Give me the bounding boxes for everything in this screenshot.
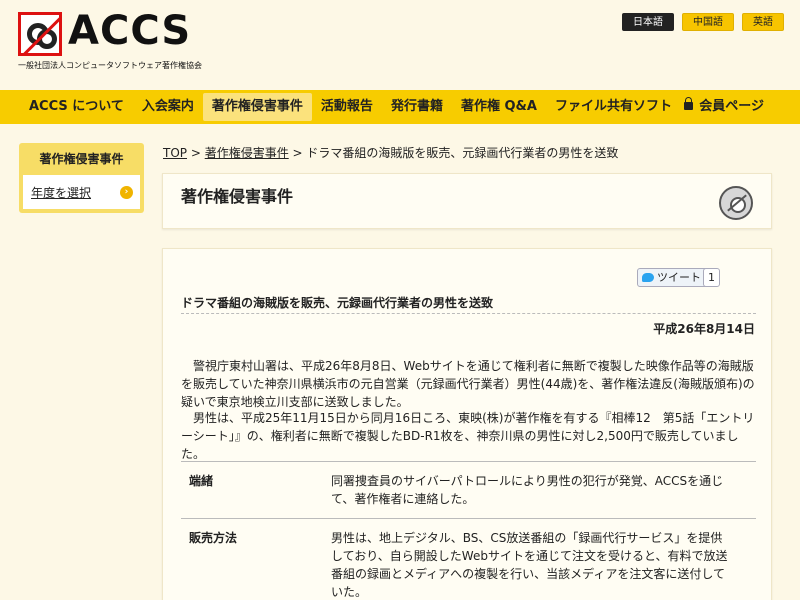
logo-text: ACCS: [68, 8, 192, 54]
nav-item-copyright-qa[interactable]: 著作権 Q&A: [452, 93, 546, 121]
article-date: 平成26年8月14日: [653, 322, 755, 336]
site-header: ACCS 一般社団法人コンピュータソフトウェア著作権協会 日本語 中国語 英語: [0, 0, 800, 90]
twitter-bird-icon: [642, 273, 654, 282]
disc-icon: [719, 186, 753, 220]
table-row: 端緒 同署捜査員のサイバーパトロールにより男性の犯行が発覚、ACCSを通じて、著…: [181, 461, 756, 519]
article-title: ドラマ番組の海賊版を販売、元録画代行業者の男性を送致: [181, 296, 494, 310]
nav-item-activity-reports[interactable]: 活動報告: [312, 93, 382, 121]
tweet-button[interactable]: ツイート: [637, 268, 708, 287]
lang-japanese-button[interactable]: 日本語: [622, 13, 674, 31]
article: ツイート 1 ドラマ番組の海賊版を販売、元録画代行業者の男性を送致 平成26年8…: [162, 248, 772, 600]
sidebar-title: 著作権侵害事件: [39, 152, 124, 166]
sidebar-item-select-year[interactable]: 年度を選択 ›: [23, 175, 140, 209]
breadcrumb-section-link[interactable]: 著作権侵害事件: [205, 146, 289, 160]
breadcrumb-separator: >: [187, 146, 205, 160]
table-row-label: 販売方法: [181, 518, 323, 600]
case-info-table: 端緒 同署捜査員のサイバーパトロールにより男性の犯行が発覚、ACCSを通じて、著…: [181, 461, 756, 600]
nav-item-membership[interactable]: 入会案内: [133, 93, 203, 121]
breadcrumb-top-link[interactable]: TOP: [163, 146, 187, 160]
divider: [181, 313, 756, 314]
lock-icon: [684, 97, 694, 110]
sidebar-item-label: 年度を選択: [31, 185, 92, 200]
nav-item-about[interactable]: ACCS について: [20, 93, 133, 121]
main-nav: ACCS について 入会案内 著作権侵害事件 活動報告 発行書籍 著作権 Q&A…: [0, 90, 800, 124]
page-title: 著作権侵害事件: [181, 187, 294, 206]
accs-logo[interactable]: ACCS 一般社団法人コンピュータソフトウェア著作権協会: [18, 8, 202, 72]
tweet-count: 1: [703, 268, 720, 287]
language-switcher: 日本語 中国語 英語: [622, 13, 784, 31]
breadcrumb-current: ドラマ番組の海賊版を販売、元録画代行業者の男性を送致: [306, 146, 619, 160]
nav-item-file-sharing[interactable]: ファイル共有ソフト: [546, 93, 681, 121]
member-page-label: 会員ページ: [699, 99, 764, 114]
article-paragraph: 警視庁東村山署は、平成26年8月8日、Webサイトを通じて権利者に無断で複製した…: [181, 359, 755, 409]
breadcrumb-separator: >: [288, 146, 307, 160]
nav-item-publications[interactable]: 発行書籍: [382, 93, 452, 121]
table-row-text: 男性は、地上デジタル、BS、CS放送番組の「録画代行サービス」を提供しており、自…: [323, 518, 756, 600]
nav-item-infringement-cases[interactable]: 著作権侵害事件: [202, 93, 312, 121]
logo-disc-icon: [18, 12, 62, 56]
arrow-right-icon: ›: [120, 185, 133, 199]
table-row-label: 端緒: [181, 461, 323, 519]
section-header: 著作権侵害事件: [162, 173, 772, 229]
sidebar: 著作権侵害事件 年度を選択 ›: [19, 143, 144, 213]
logo-subtitle: 一般社団法人コンピュータソフトウェア著作権協会: [18, 61, 202, 70]
article-paragraph: 男性は、平成25年11月15日から同月16日ころ、東映(株)が著作権を有する『相…: [181, 411, 755, 461]
lang-english-button[interactable]: 英語: [742, 13, 784, 31]
table-row: 販売方法 男性は、地上デジタル、BS、CS放送番組の「録画代行サービス」を提供し…: [181, 518, 756, 600]
member-page-link[interactable]: 会員ページ: [684, 93, 764, 121]
tweet-label: ツイート: [657, 271, 701, 284]
lang-chinese-button[interactable]: 中国語: [682, 13, 734, 31]
table-row-text: 同署捜査員のサイバーパトロールにより男性の犯行が発覚、ACCSを通じて、著作権者…: [323, 461, 756, 519]
breadcrumb: TOP > 著作権侵害事件 > ドラマ番組の海賊版を販売、元録画代行業者の男性を…: [163, 144, 618, 161]
